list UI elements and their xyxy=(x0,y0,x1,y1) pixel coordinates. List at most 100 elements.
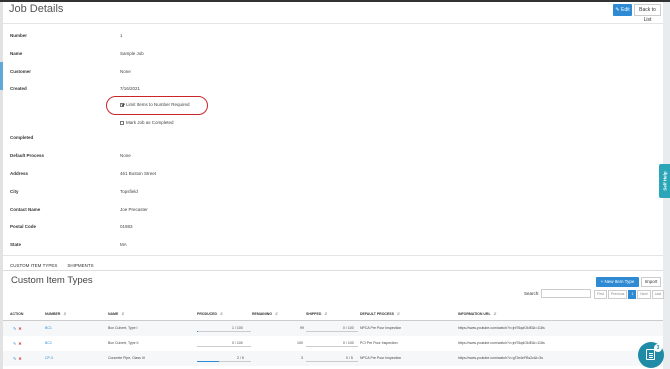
search-input[interactable] xyxy=(541,289,591,298)
pagination: First Previous 1 Next Last xyxy=(594,290,665,299)
produced-progress-bar xyxy=(197,346,251,347)
col-remaining[interactable]: REMAINING ⇵ xyxy=(252,312,278,316)
delete-icon[interactable]: ✖ xyxy=(18,356,21,361)
edit-icon[interactable]: ✎ xyxy=(13,326,16,331)
col-information-url[interactable]: INFORMATION URL ⇵ xyxy=(458,312,497,316)
sort-icon: ⇵ xyxy=(396,312,400,316)
table-row: ✎ ✖ BC1 Box Culvert, Type I 1 / 100 99 0 … xyxy=(3,321,663,336)
completed-label: Completed xyxy=(10,135,34,140)
pager-next[interactable]: Next xyxy=(637,290,651,299)
contact-name-value: Joe Precaster xyxy=(120,207,148,212)
edit-button[interactable]: ✎ Edit xyxy=(613,4,632,16)
table-row: ✎ ✖ CP-3 Concrete Pipe, Class III 2 / 5 3… xyxy=(3,351,663,366)
self-help-tab[interactable]: Self Help xyxy=(659,164,670,198)
pager-page-1[interactable]: 1 xyxy=(628,290,637,299)
information-url[interactable]: https://www.youtube.com/watch?v=gTAr4eFB… xyxy=(458,356,543,360)
back-to-list-button[interactable]: Back to List xyxy=(634,4,661,23)
sort-icon: ⇵ xyxy=(493,312,497,316)
row-actions: ✎ ✖ xyxy=(13,326,22,331)
customer-value: None xyxy=(120,69,131,74)
sort-icon: ⇵ xyxy=(275,312,278,316)
sort-icon: ⇵ xyxy=(63,312,67,316)
mark-completed-checkbox[interactable]: Mark Job as Completed xyxy=(120,120,174,125)
default-process-value: NPCA Pre Pour Inspection xyxy=(360,356,402,360)
produced-value: 2 / 5 xyxy=(237,356,244,360)
item-name: Concrete Pipe, Class III xyxy=(108,356,145,360)
remaining-value: 100 xyxy=(297,341,303,345)
notification-badge: 3 xyxy=(654,344,662,352)
delete-icon[interactable]: ✖ xyxy=(18,326,21,331)
search-label: Search: xyxy=(524,291,540,296)
pager-last[interactable]: Last xyxy=(651,290,665,299)
sort-icon: ⇵ xyxy=(324,312,328,316)
item-number-link[interactable]: BC1 xyxy=(45,326,52,330)
highlight-annotation xyxy=(106,96,208,115)
shipped-progress-bar xyxy=(306,346,358,347)
item-number-link[interactable]: CP-3 xyxy=(45,356,53,360)
city-value: Topsfield xyxy=(120,189,138,194)
new-item-type-button[interactable]: + New Item Type xyxy=(596,277,639,287)
details-divider xyxy=(3,255,663,256)
item-number-link[interactable]: BC2 xyxy=(45,341,52,345)
sort-icon: ⇵ xyxy=(121,312,125,316)
number-value: 1 xyxy=(120,33,123,38)
pencil-icon: ✎ xyxy=(615,7,620,13)
pager-first[interactable]: First xyxy=(594,290,607,299)
number-label: Number xyxy=(10,33,28,38)
created-label: Created xyxy=(10,86,27,91)
shipped-value: 0 / 100 xyxy=(343,341,354,345)
edit-icon[interactable]: ✎ xyxy=(13,356,16,361)
information-url[interactable]: https://www.youtube.com/watch?v=jnf76qdO… xyxy=(458,341,545,345)
postal-code-value: 01983 xyxy=(120,224,133,229)
col-default-process[interactable]: DEFAULT PROCESS ⇵ xyxy=(360,312,400,316)
address-label: Address xyxy=(10,171,29,176)
row-actions: ✎ ✖ xyxy=(13,341,22,346)
help-docs-button[interactable]: 3 xyxy=(638,342,664,368)
sort-icon: ⇵ xyxy=(220,312,223,316)
tab-divider xyxy=(3,270,663,271)
produced-progress-fill xyxy=(197,361,219,362)
edit-icon[interactable]: ✎ xyxy=(13,341,16,346)
remaining-value: 3 xyxy=(301,356,303,360)
produced-progress-fill xyxy=(197,331,198,332)
name-label: Name xyxy=(10,51,23,56)
state-value: MA xyxy=(120,242,127,247)
col-number[interactable]: NUMBER ⇵ xyxy=(45,312,66,316)
address-value: 461 Boston Street xyxy=(120,171,157,176)
postal-code-label: Postal Code xyxy=(10,224,37,229)
table-row: ✎ ✖ BC2 Box Culvert, Type II 0 / 100 100 … xyxy=(3,336,663,351)
col-produced[interactable]: PRODUCED ⇵ xyxy=(197,312,223,316)
default-process-value: None xyxy=(120,153,131,158)
item-name: Box Culvert, Type II xyxy=(108,341,139,345)
produced-value: 0 / 100 xyxy=(232,341,243,345)
default-process-label: Default Process xyxy=(10,153,45,158)
document-icon xyxy=(646,349,655,360)
city-label: City xyxy=(10,189,19,194)
table-header: ACTION NUMBER ⇵ NAME ⇵ PRODUCED ⇵ REMAINING… xyxy=(3,307,663,321)
pager-previous[interactable]: Previous xyxy=(607,290,628,299)
checkbox-unchecked-icon[interactable] xyxy=(120,120,124,125)
created-value: 7/16/2021 xyxy=(120,86,141,91)
col-shipped[interactable]: SHIPPED ⇵ xyxy=(306,312,327,316)
produced-value: 1 / 100 xyxy=(232,326,243,330)
produced-progress-bar xyxy=(197,361,251,362)
information-url[interactable]: https://www.youtube.com/watch?v=jnf76qdO… xyxy=(458,326,545,330)
section-title: Custom Item Types xyxy=(11,275,93,286)
delete-icon[interactable]: ✖ xyxy=(18,341,21,346)
import-button[interactable]: Import xyxy=(641,277,661,287)
shipped-progress-bar xyxy=(306,331,358,332)
remaining-value: 99 xyxy=(300,326,304,330)
default-process-value: PCI Pre Pour Inspection xyxy=(360,341,398,345)
customer-label: Customer xyxy=(10,69,32,74)
shipped-value: 0 / 100 xyxy=(343,326,354,330)
col-action: ACTION xyxy=(10,312,24,316)
contact-name-label: Contact Name xyxy=(10,207,41,212)
shipped-progress-bar xyxy=(306,361,358,362)
default-process-value: NPCA Pre Pour Inspection xyxy=(360,326,402,330)
state-label: State xyxy=(10,242,22,247)
item-name: Box Culvert, Type I xyxy=(108,326,138,330)
page-title: Job Details xyxy=(9,3,64,15)
row-actions: ✎ ✖ xyxy=(13,356,22,361)
col-name[interactable]: NAME ⇵ xyxy=(108,312,124,316)
produced-progress-bar xyxy=(197,331,251,332)
